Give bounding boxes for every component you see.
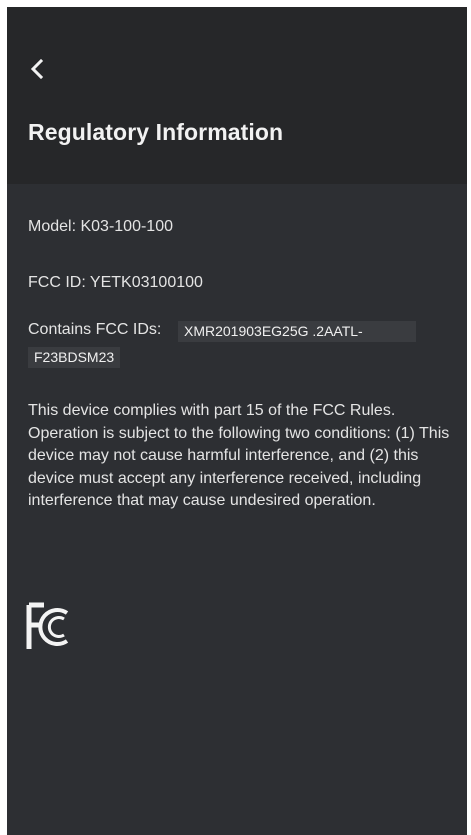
fcc-id-text: FCC ID: YETK03100100: [28, 274, 203, 291]
contains-fcc-ids-label: Contains FCC IDs:: [28, 321, 162, 338]
page-title: Regulatory Information: [28, 119, 284, 145]
fcc-logo: [26, 599, 70, 657]
model-text: Model: K03-100-100: [28, 218, 173, 235]
contains-fcc-ids-value: XMR201903EG25G .2AATL-: [178, 321, 416, 342]
contains-fcc-ids-value-continued: F23BDSM23: [28, 347, 121, 368]
chevron-left-icon: [29, 58, 45, 84]
compliance-statement: This device complies with part 15 of the…: [28, 402, 450, 509]
top-app-bar: Regulatory Information: [7, 7, 467, 184]
regulatory-screen: Regulatory Information Model: K03-100-10…: [7, 7, 467, 835]
back-button[interactable]: [21, 55, 53, 87]
